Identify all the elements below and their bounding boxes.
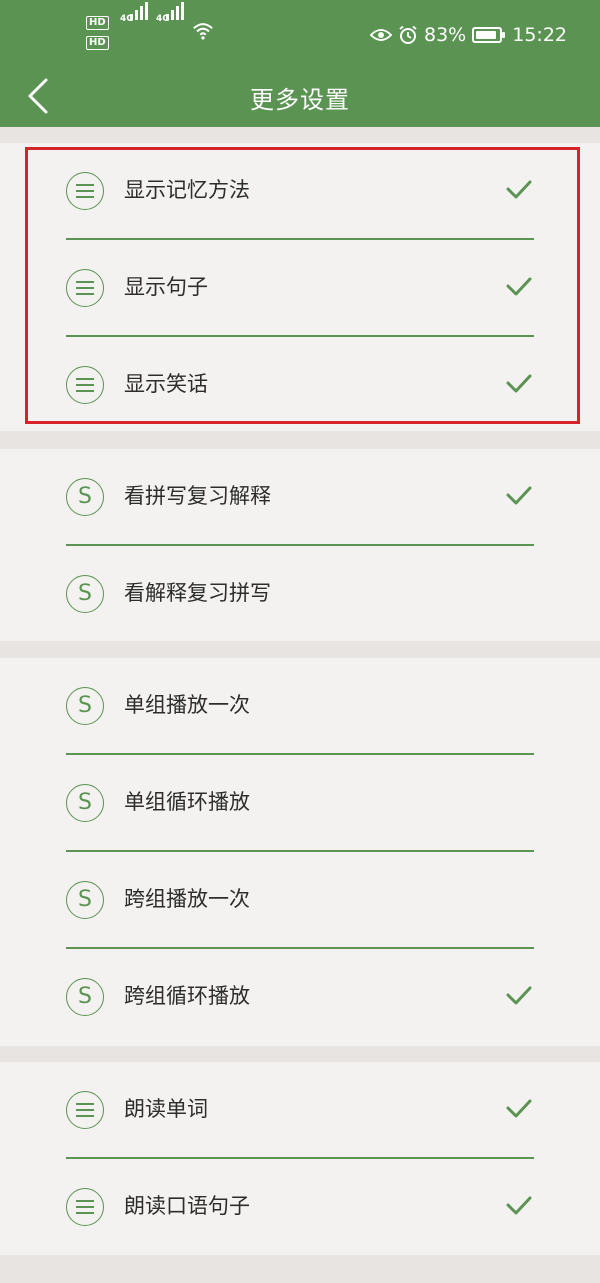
menu-lines-icon (66, 1091, 104, 1129)
setting-label: 单组循环播放 (124, 790, 250, 814)
settings-group-display: 显示记忆方法 显示句子 显示笑话 (0, 143, 600, 431)
setting-row-cross-group-once[interactable]: S 跨组播放一次 (0, 852, 600, 949)
battery-charging-icon (472, 27, 506, 43)
checkmark-icon (506, 1099, 532, 1118)
s-circle-icon: S (66, 978, 104, 1016)
checkmark-icon (506, 277, 532, 296)
app-header: HD HD 4G 4G 83% 15:22 更多设置 (0, 0, 600, 127)
settings-group-read-aloud: 朗读单词 朗读口语句子 (0, 1062, 600, 1255)
checkmark-icon (506, 1196, 532, 1215)
setting-row-single-group-loop[interactable]: S 单组循环播放 (0, 755, 600, 852)
setting-label: 显示句子 (124, 275, 208, 299)
setting-row-show-joke[interactable]: 显示笑话 (0, 337, 600, 434)
setting-label: 跨组循环播放 (124, 984, 250, 1008)
setting-row-read-word[interactable]: 朗读单词 (0, 1062, 600, 1159)
alarm-icon (399, 25, 417, 44)
s-circle-icon: S (66, 478, 104, 516)
clock-time: 15:22 (512, 24, 567, 46)
hd-badge: HD (86, 16, 109, 30)
settings-group-playback: S 单组播放一次 S 单组循环播放 S 跨组播放一次 S 跨组循环播放 (0, 658, 600, 1046)
setting-row-read-oral-sentence[interactable]: 朗读口语句子 (0, 1159, 600, 1256)
menu-lines-icon (66, 366, 104, 404)
page-title: 更多设置 (250, 86, 350, 114)
wifi-icon (193, 23, 213, 40)
setting-row-cross-group-loop[interactable]: S 跨组循环播放 (0, 949, 600, 1046)
s-circle-icon: S (66, 784, 104, 822)
s-circle-icon: S (66, 687, 104, 725)
setting-row-single-group-once[interactable]: S 单组播放一次 (0, 658, 600, 755)
setting-label: 显示笑话 (124, 372, 208, 396)
eye-icon (370, 29, 392, 41)
setting-label: 单组播放一次 (124, 693, 250, 717)
setting-label: 显示记忆方法 (124, 178, 250, 202)
network-indicators: HD HD 4G 4G (86, 2, 226, 54)
checkmark-icon (506, 180, 532, 199)
status-right: 83% 15:22 (370, 20, 567, 50)
setting-label: 看解释复习拼写 (124, 581, 271, 605)
s-circle-icon: S (66, 575, 104, 613)
setting-label: 朗读口语句子 (124, 1194, 250, 1218)
settings-group-review-mode: S 看拼写复习解释 S 看解释复习拼写 (0, 449, 600, 641)
setting-row-show-memory-method[interactable]: 显示记忆方法 (0, 143, 600, 240)
hd-badge: HD (86, 36, 109, 50)
checkmark-icon (506, 486, 532, 505)
setting-label: 跨组播放一次 (124, 887, 250, 911)
setting-row-show-sentence[interactable]: 显示句子 (0, 240, 600, 337)
setting-label: 看拼写复习解释 (124, 484, 271, 508)
setting-row-meaning-to-spelling[interactable]: S 看解释复习拼写 (0, 546, 600, 643)
s-circle-icon: S (66, 881, 104, 919)
checkmark-icon (506, 986, 532, 1005)
battery-percent: 83% (424, 24, 467, 46)
status-bar: HD HD 4G 4G 83% 15:22 (0, 0, 600, 70)
menu-lines-icon (66, 172, 104, 210)
menu-lines-icon (66, 269, 104, 307)
checkmark-icon (506, 374, 532, 393)
menu-lines-icon (66, 1188, 104, 1226)
setting-row-spelling-to-meaning[interactable]: S 看拼写复习解释 (0, 449, 600, 546)
setting-label: 朗读单词 (124, 1097, 208, 1121)
